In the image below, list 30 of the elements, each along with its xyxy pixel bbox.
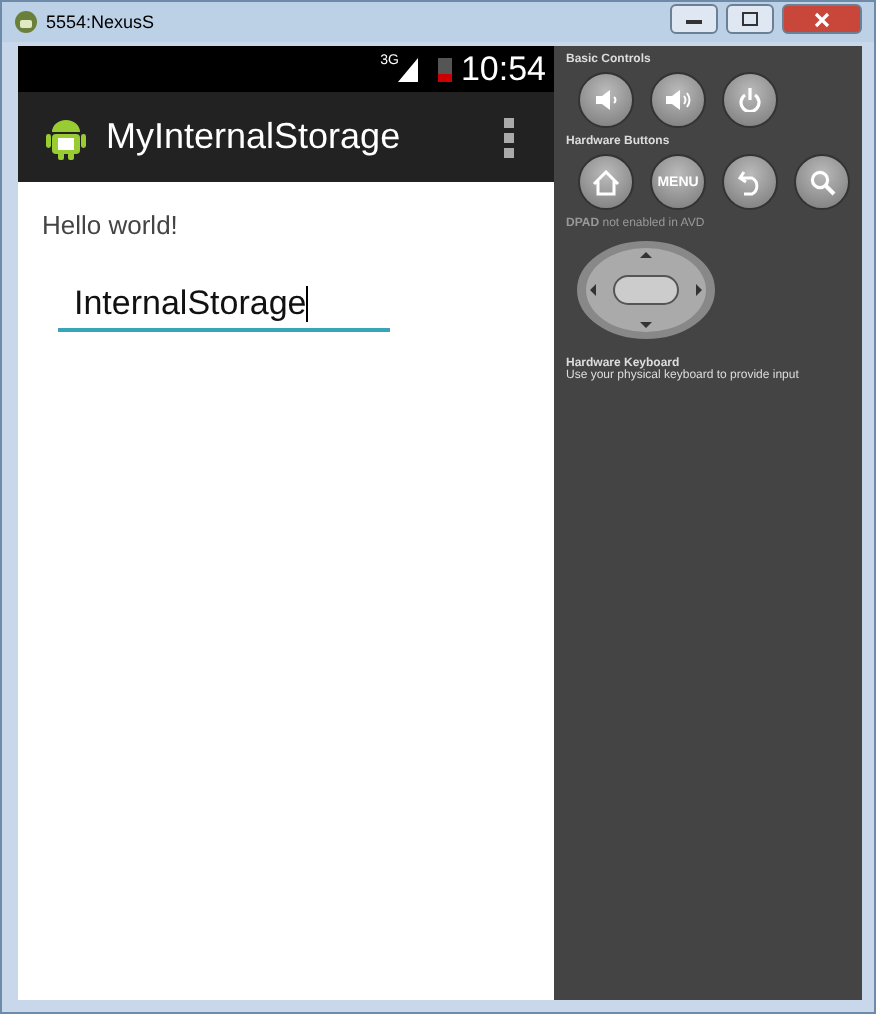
minimize-icon (686, 15, 702, 23)
speaker-loud-icon (664, 88, 692, 112)
overflow-menu-button[interactable] (504, 117, 514, 157)
home-icon (592, 169, 620, 195)
app-title: MyInternalStorage (106, 116, 401, 158)
dpad-control[interactable] (574, 238, 718, 342)
power-button[interactable] (722, 72, 778, 128)
greeting-text: Hello world! (42, 210, 180, 240)
android-icon (14, 10, 38, 34)
text-field[interactable]: InternalStorage (58, 276, 390, 332)
signal-icon (398, 57, 419, 81)
maximize-icon (742, 12, 758, 26)
home-button[interactable] (578, 154, 634, 210)
android-icon (46, 115, 86, 159)
maximize-button[interactable] (726, 4, 774, 34)
power-icon (738, 88, 762, 112)
search-icon (809, 169, 835, 195)
volume-down-button[interactable] (578, 72, 634, 128)
volume-up-button[interactable] (650, 72, 706, 128)
undo-arrow-icon (737, 169, 763, 195)
back-button[interactable] (722, 154, 778, 210)
minimize-button[interactable] (670, 4, 718, 34)
close-button[interactable] (782, 4, 862, 34)
menu-icon (504, 117, 514, 157)
search-button[interactable] (794, 154, 850, 210)
speaker-icon (594, 88, 618, 112)
close-icon (814, 11, 830, 27)
battery-icon (438, 56, 453, 82)
window-title: 5554:NexusS (46, 12, 155, 32)
clock: 10:54 (460, 49, 546, 89)
